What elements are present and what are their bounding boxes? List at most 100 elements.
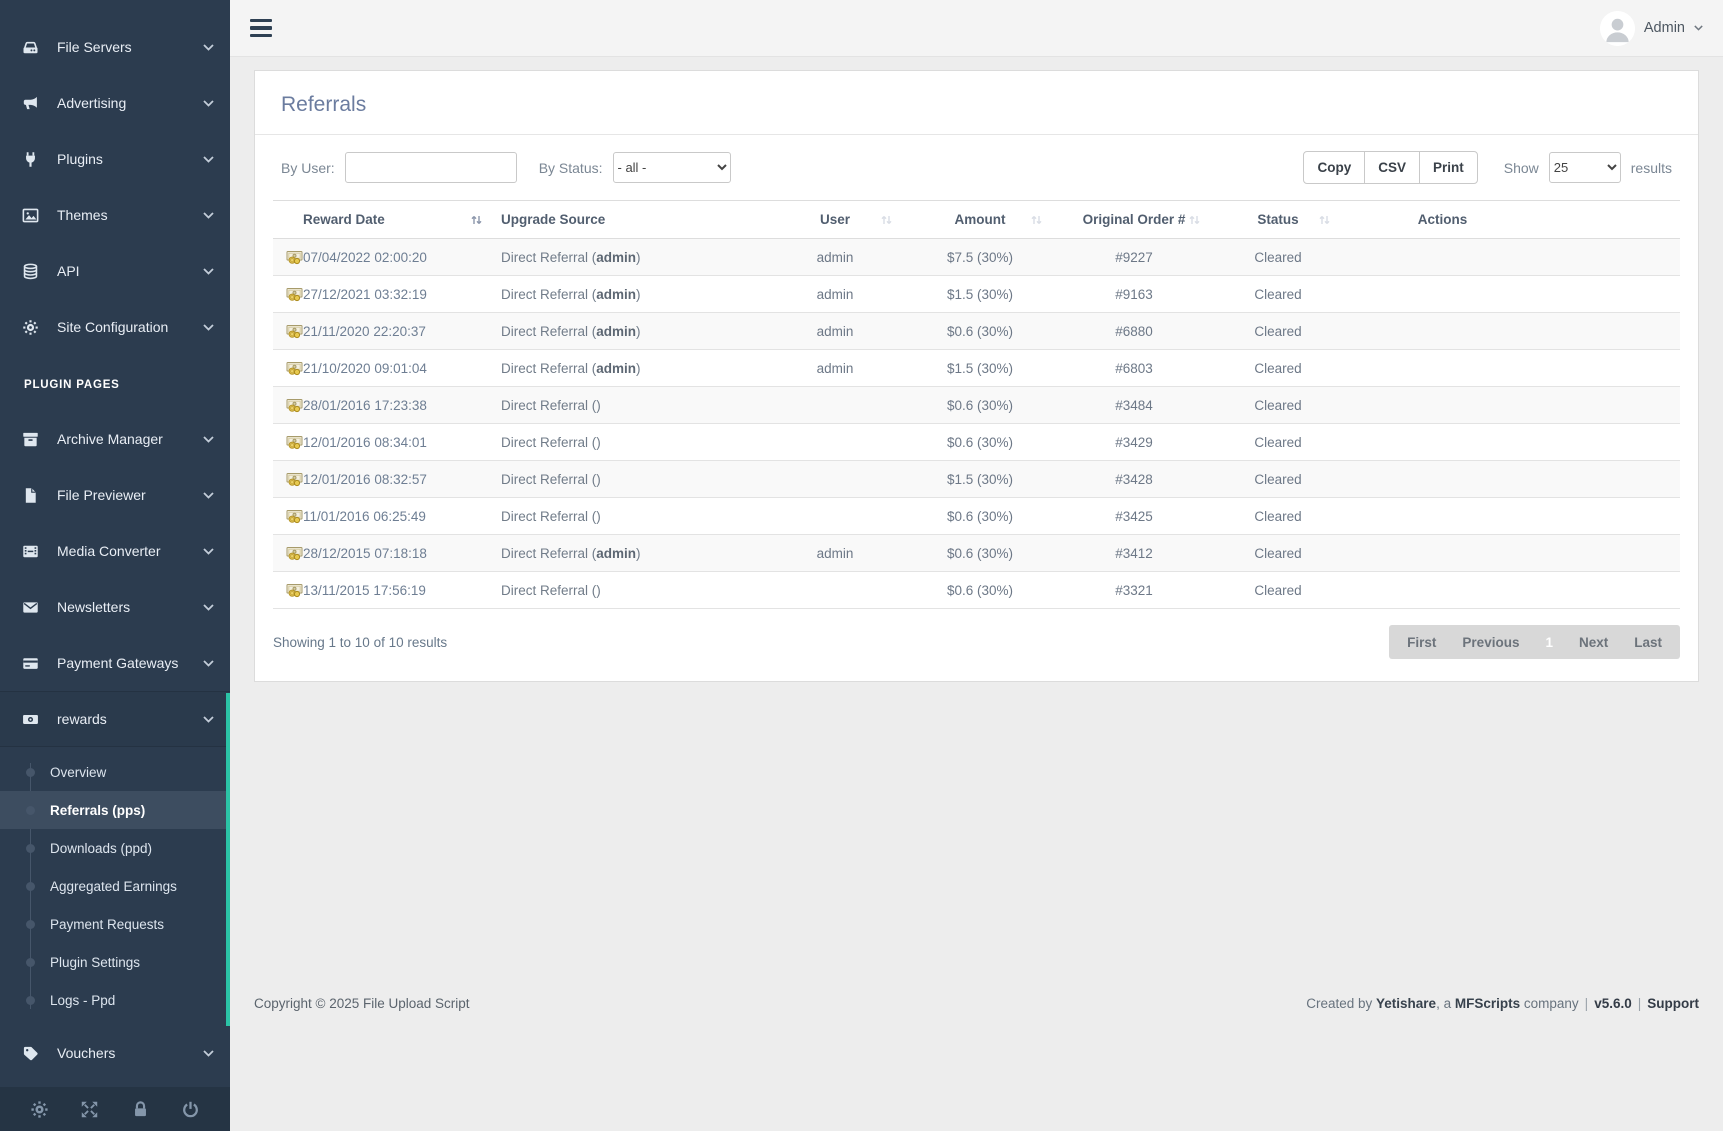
print-button[interactable]: Print	[1419, 151, 1478, 184]
topbar: Admin	[230, 0, 1723, 57]
show-label: Show	[1504, 160, 1539, 176]
row-icon-cell	[273, 387, 303, 424]
tag-icon	[20, 1045, 40, 1062]
sidebar-item-plugins[interactable]: Plugins	[0, 131, 230, 187]
pagination-next[interactable]: Next	[1579, 635, 1608, 650]
submenu-item[interactable]: Overview	[0, 753, 230, 791]
showing-results-text: Showing 1 to 10 of 10 results	[273, 635, 447, 650]
status-cell: Cleared	[1211, 313, 1341, 350]
sidebar-item-advertising[interactable]: Advertising	[0, 75, 230, 131]
table-wrap: Reward Date Upgrade Source User Amount O…	[255, 194, 1698, 609]
submenu-item[interactable]: Logs - Ppd	[0, 981, 230, 1019]
user-menu[interactable]: Admin	[1600, 11, 1703, 46]
order-cell: #3429	[1053, 424, 1211, 461]
sidebar-item-label: Archive Manager	[57, 431, 203, 447]
column-header-upgrade-source[interactable]: Upgrade Source	[493, 201, 763, 239]
lock-icon[interactable]	[131, 1100, 150, 1119]
hamburger-menu-icon[interactable]	[248, 15, 274, 42]
chevron-down-icon	[203, 716, 214, 723]
upgrade-source-cell: Direct Referral (admin)	[493, 276, 763, 313]
submenu-item-label: Referrals (pps)	[50, 803, 145, 818]
submenu-item[interactable]: Aggregated Earnings	[0, 867, 230, 905]
main-area: Admin Referrals By User: By Status: - al…	[230, 0, 1723, 1131]
submenu-item[interactable]: Payment Requests	[0, 905, 230, 943]
gear-icon	[20, 319, 40, 336]
bullet-icon	[26, 996, 35, 1005]
chevron-down-icon	[203, 156, 214, 163]
submenu-item[interactable]: Referrals (pps)	[0, 791, 230, 829]
power-icon[interactable]	[181, 1100, 200, 1119]
export-button-group: Copy CSV Print	[1303, 151, 1477, 184]
hdd-icon	[20, 39, 40, 56]
submenu-item[interactable]: Plugin Settings	[0, 943, 230, 981]
page-title: Referrals	[255, 71, 1698, 134]
yetishare-link[interactable]: Yetishare	[1376, 996, 1436, 1011]
sidebar-item-archive-manager[interactable]: Archive Manager	[0, 411, 230, 467]
sidebar-item-label: Plugins	[57, 151, 203, 167]
submenu-item-label: Downloads (ppd)	[50, 841, 152, 856]
table-header-row: Reward Date Upgrade Source User Amount O…	[273, 201, 1680, 239]
money-icon	[286, 323, 303, 339]
sidebar-item-vouchers[interactable]: Vouchers	[0, 1025, 230, 1081]
sidebar-item-label: Advertising	[57, 95, 203, 111]
status-cell: Cleared	[1211, 424, 1341, 461]
column-header-amount[interactable]: Amount	[903, 201, 1053, 239]
chevron-down-icon	[203, 100, 214, 107]
column-header-actions: Actions	[1341, 201, 1680, 239]
submenu-item[interactable]: Downloads (ppd)	[0, 829, 230, 867]
actions-cell	[1341, 313, 1680, 350]
column-header-original-order[interactable]: Original Order #	[1053, 201, 1211, 239]
sidebar-item-payment-gateways[interactable]: Payment Gateways	[0, 635, 230, 691]
pagination-last[interactable]: Last	[1634, 635, 1662, 650]
pagination-first[interactable]: First	[1407, 635, 1436, 650]
user-cell	[763, 387, 903, 424]
amount-cell: $0.6 (30%)	[903, 387, 1053, 424]
column-header-status[interactable]: Status	[1211, 201, 1341, 239]
sidebar-item-file-previewer[interactable]: File Previewer	[0, 467, 230, 523]
money-bill-icon	[20, 711, 40, 728]
user-cell	[763, 424, 903, 461]
reward-date-cell: 28/12/2015 07:18:18	[303, 535, 493, 572]
actions-cell	[1341, 535, 1680, 572]
pagination-previous[interactable]: Previous	[1462, 635, 1519, 650]
bullet-icon	[26, 920, 35, 929]
sidebar-item-site-configuration[interactable]: Site Configuration	[0, 299, 230, 355]
expand-icon[interactable]	[80, 1100, 99, 1119]
sidebar-item-rewards[interactable]: rewards	[0, 691, 230, 747]
table-row: 28/12/2015 07:18:18 Direct Referral (adm…	[273, 535, 1680, 572]
gear-icon[interactable]	[30, 1100, 49, 1119]
order-cell: #3425	[1053, 498, 1211, 535]
filter-toolbar: By User: By Status: - all - Copy CSV Pri…	[255, 135, 1698, 194]
chevron-down-icon	[203, 492, 214, 499]
table-row: 21/11/2020 22:20:37 Direct Referral (adm…	[273, 313, 1680, 350]
amount-cell: $0.6 (30%)	[903, 572, 1053, 609]
show-count-select[interactable]: 25	[1549, 152, 1621, 183]
status-cell: Cleared	[1211, 461, 1341, 498]
order-cell: #6880	[1053, 313, 1211, 350]
reward-date-cell: 21/10/2020 09:01:04	[303, 350, 493, 387]
upgrade-source-cell: Direct Referral ()	[493, 461, 763, 498]
reward-date-cell: 12/01/2016 08:34:01	[303, 424, 493, 461]
csv-button[interactable]: CSV	[1364, 151, 1420, 184]
bullet-icon	[26, 768, 35, 777]
sidebar-item-themes[interactable]: Themes	[0, 187, 230, 243]
by-status-select[interactable]: - all -	[613, 152, 731, 183]
sidebar-item-newsletters[interactable]: Newsletters	[0, 579, 230, 635]
copy-button[interactable]: Copy	[1303, 151, 1365, 184]
bullet-icon	[26, 882, 35, 891]
amount-cell: $7.5 (30%)	[903, 239, 1053, 276]
table-row: 11/01/2016 06:25:49 Direct Referral () $…	[273, 498, 1680, 535]
order-cell: #9163	[1053, 276, 1211, 313]
sidebar-item-api[interactable]: API	[0, 243, 230, 299]
mfscripts-link[interactable]: MFScripts	[1455, 996, 1520, 1011]
sidebar-item-media-converter[interactable]: Media Converter	[0, 523, 230, 579]
sidebar-item-file-servers[interactable]: File Servers	[0, 19, 230, 75]
row-icon-cell	[273, 239, 303, 276]
actions-cell	[1341, 572, 1680, 609]
by-user-input[interactable]	[345, 152, 517, 183]
column-header-reward-date[interactable]: Reward Date	[303, 201, 493, 239]
table-row: 12/01/2016 08:34:01 Direct Referral () $…	[273, 424, 1680, 461]
sort-icon	[880, 213, 893, 226]
column-header-user[interactable]: User	[763, 201, 903, 239]
support-link[interactable]: Support	[1647, 996, 1699, 1011]
